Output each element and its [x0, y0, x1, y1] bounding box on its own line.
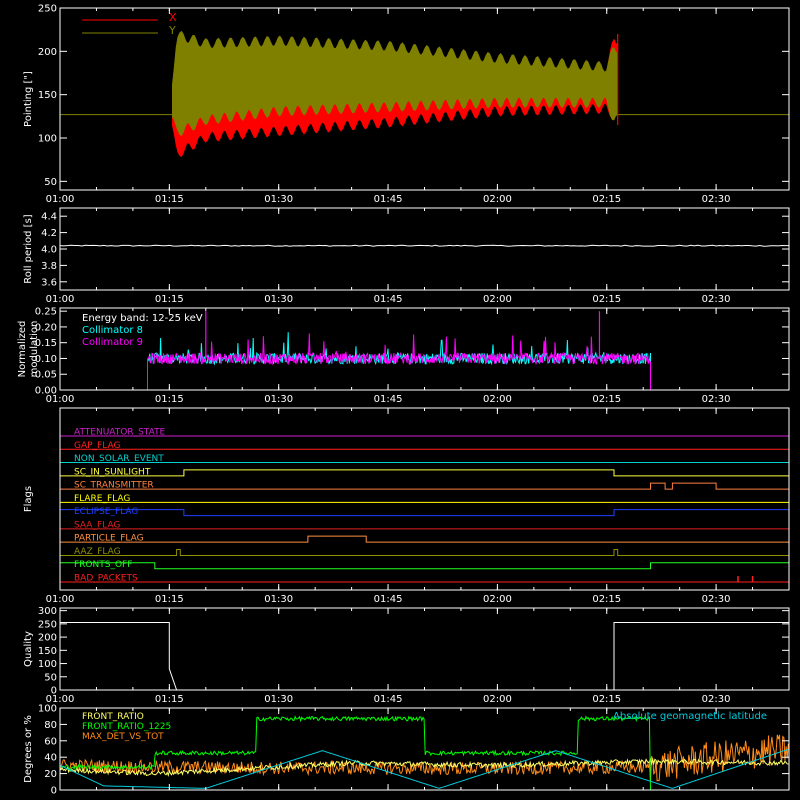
legend-label-x: X	[169, 11, 177, 24]
x-tick-label: 02:30	[702, 294, 731, 305]
x-tick-label: 02:00	[483, 694, 512, 705]
y-axis-label: Roll period [s]	[23, 214, 34, 283]
y-tick-label: 250	[38, 619, 57, 630]
x-tick-label: 01:00	[46, 594, 75, 605]
x-tick-label: 02:15	[592, 194, 621, 205]
y-tick-label: 150	[38, 646, 57, 657]
x-tick-label: 01:45	[374, 294, 403, 305]
y-axis-label: Degrees or %	[23, 715, 34, 783]
legend-label-collimator-9: Collimator 9	[82, 337, 143, 348]
x-tick-label: 01:30	[264, 194, 293, 205]
x-tick-label: 01:45	[374, 694, 403, 705]
y-tick-label: 100	[38, 134, 57, 145]
legend-label-y: Y	[168, 24, 176, 37]
y-axis-label: Quality	[23, 631, 34, 667]
legend-label-front-ratio-1225: FRONT_RATIO_1225	[82, 722, 171, 732]
x-tick-label: 01:15	[155, 694, 184, 705]
x-tick-label: 02:00	[483, 394, 512, 405]
y-axis-label: Pointing ["]	[23, 71, 34, 127]
x-tick-label: 02:15	[592, 694, 621, 705]
flag-label-fronts-off: FRONTS_OFF	[74, 560, 132, 570]
y-tick-label: 0	[51, 686, 57, 697]
y-tick-label: 200	[38, 633, 57, 644]
y-tick-label: 4.4	[41, 212, 57, 223]
x-tick-label: 01:15	[155, 394, 184, 405]
x-tick-label: 02:30	[702, 194, 731, 205]
y-tick-label: 50	[44, 672, 57, 683]
y-tick-label: 0	[51, 786, 57, 797]
y-tick-label: 200	[38, 47, 57, 58]
y-axis-label: Flags	[23, 486, 34, 512]
y-tick-label: 0.00	[35, 386, 57, 397]
x-tick-label: 01:15	[155, 194, 184, 205]
y-tick-label: 0.25	[35, 307, 57, 318]
x-tick-label: 01:15	[155, 294, 184, 305]
x-tick-label: 01:30	[264, 294, 293, 305]
x-tick-label: 01:00	[46, 194, 75, 205]
flag-label-eclipse-flag: ECLIPSE_FLAG	[74, 507, 138, 517]
y-tick-label: 100	[38, 659, 57, 670]
x-tick-label: 02:15	[592, 594, 621, 605]
y-axis-label: Normalized	[17, 321, 28, 378]
y-tick-label: 60	[44, 736, 57, 747]
legend-label-collimator-8: Collimator 8	[82, 325, 143, 336]
y-axis-label: modulation	[29, 321, 40, 378]
y-tick-label: 40	[44, 753, 57, 764]
y-tick-label: 4.0	[41, 245, 57, 256]
energy-band-annotation: Energy band: 12-25 keV	[82, 313, 203, 324]
legend-label-front-ratio: FRONT_RATIO	[82, 712, 144, 722]
plot-canvas: 01:00 01:15 01:30 01:45 02:00 02:15 02:30 50 100…	[0, 0, 800, 800]
legend-label-max-det-vs-tot: MAX_DET_VS_TOT	[82, 732, 164, 742]
x-tick-label: 01:00	[46, 294, 75, 305]
y-tick-label: 250	[38, 4, 57, 15]
x-tick-label: 02:30	[702, 394, 731, 405]
y-tick-label: 3.6	[41, 277, 57, 288]
x-tick-label: 01:15	[155, 594, 184, 605]
y-tick-label: 50	[44, 177, 57, 188]
x-tick-label: 02:00	[483, 194, 512, 205]
x-tick-label: 01:30	[264, 594, 293, 605]
x-tick-label: 01:45	[374, 194, 403, 205]
y-tick-label: 80	[44, 720, 57, 731]
y-tick-label: 300	[38, 606, 57, 617]
x-tick-label: 02:15	[592, 294, 621, 305]
y-tick-label: 4.2	[41, 228, 57, 239]
y-tick-label: 150	[38, 90, 57, 101]
x-tick-label: 01:30	[264, 394, 293, 405]
x-tick-label: 02:15	[592, 394, 621, 405]
x-tick-label: 02:30	[702, 594, 731, 605]
y-tick-label: 100	[38, 704, 57, 715]
x-tick-label: 01:30	[264, 694, 293, 705]
y-tick-label: 3.8	[41, 261, 57, 272]
x-tick-label: 01:45	[374, 594, 403, 605]
x-tick-label: 02:00	[483, 594, 512, 605]
x-tick-label: 02:00	[483, 294, 512, 305]
x-tick-label: 02:30	[702, 694, 731, 705]
x-tick-label: 01:45	[374, 394, 403, 405]
y-tick-label: 20	[44, 769, 57, 780]
legend-label-geomagnetic-latitude: Absolute geomagnetic latitude	[613, 711, 767, 722]
